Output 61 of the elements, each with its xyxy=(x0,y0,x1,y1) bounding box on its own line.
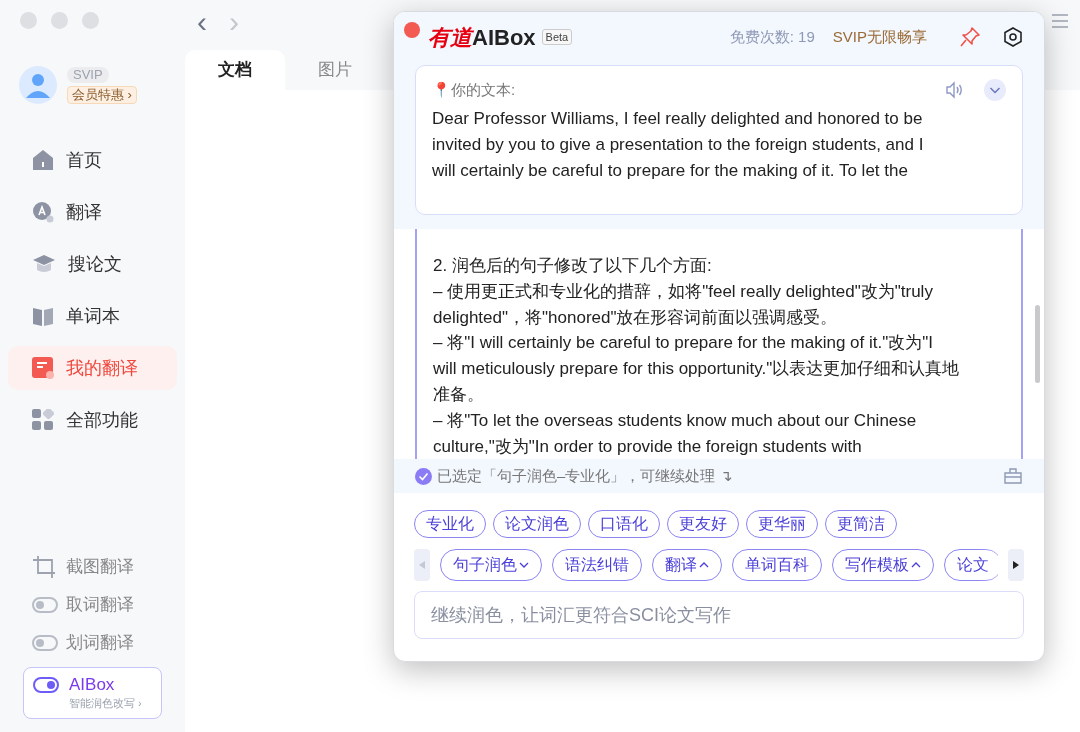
caret-icon xyxy=(911,561,921,569)
aibox-title: AIBox xyxy=(69,674,116,695)
tab[interactable]: 图片 xyxy=(285,50,385,90)
right-triangle-icon xyxy=(1013,561,1019,569)
home-icon xyxy=(32,149,54,171)
svip-badge: SVIP xyxy=(67,66,109,83)
result-text-line: culture,"改为"In order to provide the foreign students with xyxy=(433,435,863,458)
brand-logo: 有道 xyxy=(428,23,472,52)
scrollbar-thumb[interactable] xyxy=(1035,305,1040,383)
result-text-line: – 将"To let the overseas students know much about our Chinese xyxy=(433,409,918,432)
chat-letter-icon xyxy=(32,201,54,223)
toggle-switch[interactable] xyxy=(32,597,58,613)
result-text-line: – 将"I will certainly be careful to prepare for the making of it."改为"I xyxy=(433,332,934,355)
result-text-line: 准备。 xyxy=(433,384,485,406)
beta-badge: Beta xyxy=(541,29,573,45)
graduation-cap-icon xyxy=(32,253,56,275)
expand-icon[interactable] xyxy=(984,79,1006,101)
source-label: 📍你的文本: xyxy=(432,79,516,100)
settings-icon[interactable] xyxy=(1002,26,1024,48)
crop-icon xyxy=(32,555,58,579)
result-text-line: – 使用更正式和专业化的措辞，如将"feel really delighted"改为"truly xyxy=(433,280,934,303)
grid-icon xyxy=(32,409,54,431)
sidebar-item[interactable]: 翻译 xyxy=(8,190,177,234)
free-quota: 免费次数: 19 xyxy=(729,26,815,47)
book-icon xyxy=(32,305,54,327)
window-title: AIBox xyxy=(472,23,536,52)
speaker-icon[interactable] xyxy=(944,80,964,100)
scroll-right-button[interactable] xyxy=(1008,549,1024,581)
left-triangle-icon xyxy=(419,561,425,569)
caret-icon xyxy=(519,561,529,569)
result-text-line: delighted"，将"honored"放在形容词前面以强调感受。 xyxy=(433,306,839,329)
sidebar-item[interactable]: 全部功能 xyxy=(8,398,177,442)
scroll-left-button[interactable] xyxy=(414,549,430,581)
source-text-line: invited by you to give a presentation to the foreign students, and I xyxy=(432,134,925,156)
sidebar-tool[interactable]: 划词翻译 xyxy=(32,627,185,659)
input-field[interactable]: 继续润色，让词汇更符合SCI论文写作 xyxy=(414,591,1024,639)
pin-icon[interactable] xyxy=(959,26,981,48)
selection-status: 已选定「句子润色–专业化」，可继续处理 ↴ xyxy=(437,465,733,486)
sidebar-tool[interactable]: 截图翻译 xyxy=(32,551,185,583)
menu-icon[interactable] xyxy=(1051,13,1069,29)
source-text-line: Dear Professor Williams, I feel really delighted and honored to be xyxy=(432,108,924,130)
aibox-card[interactable]: AIBox 智能润色改写 › xyxy=(23,667,162,719)
sidebar-item[interactable]: 搜论文 xyxy=(8,242,177,286)
tab[interactable]: 文档 xyxy=(185,50,285,90)
toggle-switch[interactable] xyxy=(32,635,58,651)
caret-icon xyxy=(699,561,709,569)
toggle-switch[interactable] xyxy=(33,677,59,693)
svip-link[interactable]: SVIP无限畅享 xyxy=(832,25,927,49)
sidebar-item[interactable]: 首页 xyxy=(8,138,177,182)
toolbox-icon[interactable] xyxy=(1003,467,1023,485)
check-icon xyxy=(415,467,432,485)
back-button[interactable]: ‹ xyxy=(197,7,207,50)
member-offer-link[interactable]: 会员特惠 › xyxy=(67,85,137,104)
aibox-subtitle: 智能润色改写 › xyxy=(69,696,142,711)
source-text-line: will certainly be careful to prepare for the making of it. To let the xyxy=(432,160,909,182)
document-icon xyxy=(32,357,54,379)
sidebar-tool[interactable]: 取词翻译 xyxy=(32,589,185,621)
result-text-line: will meticulously prepare for this opportunity."以表达更加仔细和认真地 xyxy=(433,358,961,381)
sidebar-item[interactable]: 单词本 xyxy=(8,294,177,338)
avatar-icon[interactable] xyxy=(19,66,57,104)
result-text-line: 2. 润色后的句子修改了以下几个方面: xyxy=(433,255,713,277)
